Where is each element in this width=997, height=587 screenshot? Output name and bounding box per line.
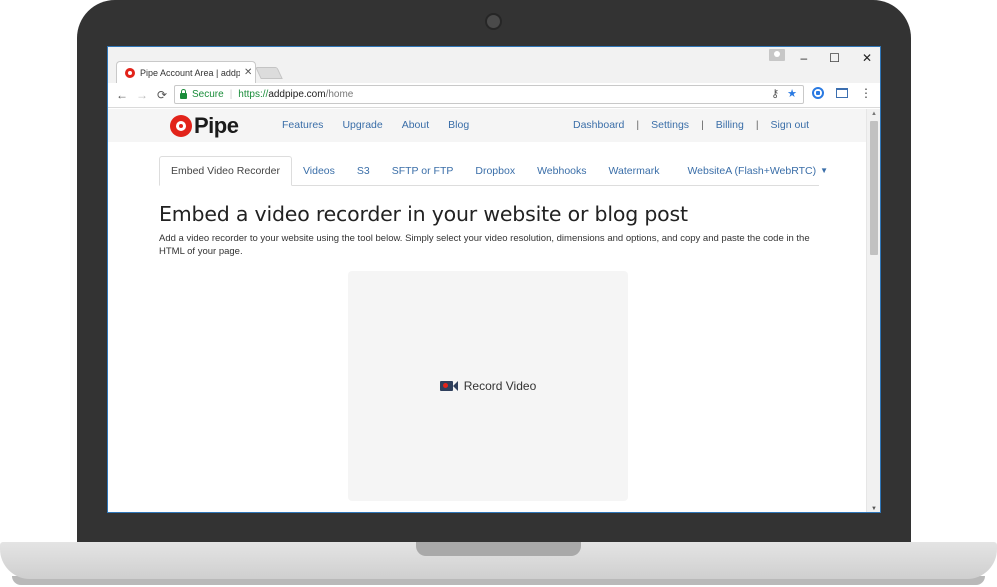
- record-video-button[interactable]: Record Video: [439, 379, 537, 393]
- reload-button[interactable]: ⟳: [152, 88, 172, 102]
- window-controls: – ☐ ✕: [800, 51, 872, 65]
- extension-icon[interactable]: [812, 87, 824, 99]
- nav-link-dashboard[interactable]: Dashboard: [573, 119, 624, 131]
- page-tabs: Embed Video Recorder Videos S3 SFTP or F…: [159, 156, 828, 186]
- nav-link-billing[interactable]: Billing: [716, 119, 744, 131]
- logo-text: Pipe: [194, 113, 239, 138]
- nav-link-sign-out[interactable]: Sign out: [771, 119, 810, 131]
- webcam-icon: [485, 13, 502, 30]
- lock-icon: [180, 88, 187, 99]
- video-recorder-panel: Record Video: [348, 271, 628, 501]
- key-icon[interactable]: ⚷: [771, 87, 779, 100]
- nav-divider: |: [701, 119, 704, 131]
- nav-divider: |: [636, 119, 640, 131]
- browser-menu-icon[interactable]: ⋮: [860, 87, 872, 99]
- tab-dropbox[interactable]: Dropbox: [464, 156, 526, 185]
- extensions-area: ⋮: [812, 87, 872, 99]
- secure-label: Secure: [192, 89, 224, 100]
- nav-divider: |: [755, 119, 759, 131]
- omnibox-separator: |: [229, 89, 233, 100]
- tab-videos[interactable]: Videos: [292, 156, 346, 185]
- environment-dropdown[interactable]: WebsiteA (Flash+WebRTC) ▼: [676, 156, 839, 185]
- web-page: Pipe Features Upgrade About Blog Dashboa…: [108, 109, 868, 512]
- site-nav-primary: Features Upgrade About Blog: [282, 119, 469, 131]
- page-scrollbar[interactable]: ▲ ▼: [866, 109, 880, 512]
- nav-link-features[interactable]: Features: [282, 119, 323, 131]
- tab-webhooks[interactable]: Webhooks: [526, 156, 597, 185]
- pipe-logo[interactable]: Pipe: [170, 113, 239, 139]
- site-nav-account: Dashboard | Settings | Billing | Sign ou…: [573, 119, 809, 131]
- tab-s3[interactable]: S3: [346, 156, 381, 185]
- url-protocol: https://: [238, 89, 269, 100]
- bookmark-star-icon[interactable]: ★: [787, 87, 797, 100]
- site-header: Pipe Features Upgrade About Blog Dashboa…: [108, 109, 868, 142]
- pipe-logo-icon: [170, 115, 192, 137]
- environment-dropdown-label: WebsiteA (Flash+WebRTC): [687, 164, 817, 177]
- profile-icon[interactable]: [769, 49, 785, 61]
- forward-button[interactable]: →: [132, 88, 152, 102]
- tab-watermark[interactable]: Watermark: [598, 156, 671, 185]
- nav-link-upgrade[interactable]: Upgrade: [342, 119, 382, 131]
- cast-icon[interactable]: [836, 88, 848, 98]
- browser-toolbar: ← → ⟳ Secure | https:// addpipe.com /hom…: [108, 83, 880, 108]
- close-window-button[interactable]: ✕: [862, 51, 872, 65]
- close-tab-icon[interactable]: ✕: [244, 67, 252, 78]
- nav-link-about[interactable]: About: [402, 119, 429, 131]
- pipe-favicon-icon: [125, 67, 135, 78]
- page-title: Embed a video recorder in your website o…: [159, 202, 688, 226]
- record-video-label: Record Video: [463, 379, 537, 393]
- new-tab-button[interactable]: [255, 67, 283, 79]
- maximize-button[interactable]: ☐: [829, 51, 840, 65]
- browser-tab[interactable]: Pipe Account Area | addp ✕: [116, 61, 256, 83]
- minimize-button[interactable]: –: [800, 51, 807, 65]
- nav-link-blog[interactable]: Blog: [448, 119, 469, 131]
- nav-link-settings[interactable]: Settings: [651, 119, 689, 131]
- laptop-notch: [416, 542, 581, 556]
- url-host: addpipe.com: [268, 89, 326, 100]
- address-bar[interactable]: Secure | https:// addpipe.com /home ⚷ ★: [174, 85, 804, 104]
- chevron-down-icon: ▼: [820, 166, 829, 175]
- scrollbar-thumb[interactable]: [870, 121, 878, 255]
- url-path: /home: [325, 89, 354, 100]
- video-camera-icon: [439, 381, 458, 391]
- tab-embed-video-recorder[interactable]: Embed Video Recorder: [159, 156, 292, 186]
- browser-tab-title: Pipe Account Area | addp: [140, 67, 240, 78]
- tab-sftp-or-ftp[interactable]: SFTP or FTP: [381, 156, 465, 185]
- scroll-down-icon[interactable]: ▼: [871, 506, 877, 512]
- tab-strip: Pipe Account Area | addp ✕ – ☐ ✕: [108, 47, 880, 83]
- browser-window: Pipe Account Area | addp ✕ – ☐ ✕ ← → ⟳ S…: [107, 46, 881, 513]
- back-button[interactable]: ←: [112, 88, 132, 102]
- page-description: Add a video recorder to your website usi…: [159, 233, 810, 257]
- scroll-up-icon[interactable]: ▲: [871, 111, 877, 117]
